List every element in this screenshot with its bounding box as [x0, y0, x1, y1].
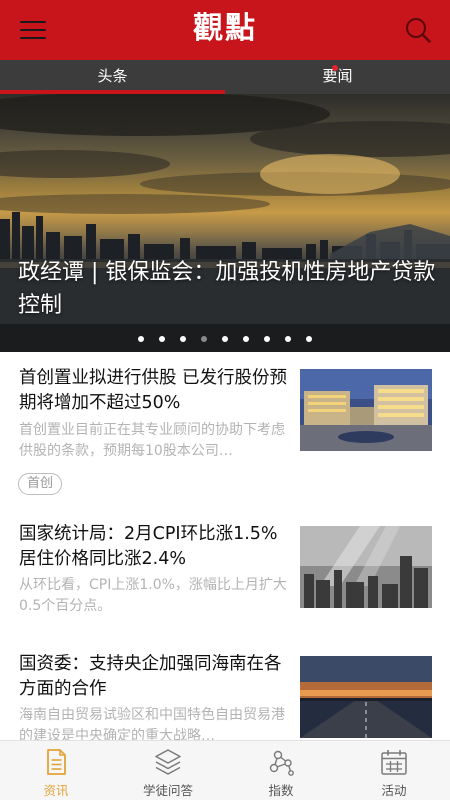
- news-summary: 首创置业目前正在其专业顾问的协助下考虑供股的条款，预期每10股本公司…: [19, 422, 285, 459]
- hero-title: 政经谭 | 银保监会：加强投机性房地产贷款控制: [18, 260, 436, 318]
- news-item[interactable]: 首创置业拟进行供股 已发行股份预期将增加不超过50% 首创置业目前正在其专业顾问…: [0, 352, 450, 502]
- news-list: 首创置业拟进行供股 已发行股份预期将增加不超过50% 首创置业目前正在其专业顾问…: [0, 352, 450, 740]
- carousel-dot[interactable]: [222, 336, 228, 342]
- city-skyline-sunbeam-photo: [300, 526, 432, 608]
- nav-index-label: 指数: [268, 783, 294, 798]
- nav-index[interactable]: 指数: [225, 741, 337, 800]
- hero-carousel[interactable]: 政经谭 | 银保监会：加强投机性房地产贷款控制: [0, 94, 450, 352]
- calendar-icon: [381, 750, 407, 775]
- tab-major-news-label: 要闻: [322, 67, 353, 85]
- carousel-dot[interactable]: [264, 336, 271, 342]
- news-title: 国家统计局：2月CPI环比涨1.5% 居住价格同比涨2.4%: [19, 524, 278, 569]
- carousel-dot[interactable]: [158, 336, 165, 342]
- carousel-dot[interactable]: [285, 336, 292, 342]
- channel-tabs: 头条 要闻: [0, 60, 450, 94]
- carousel-dot[interactable]: [179, 336, 186, 342]
- news-summary: 海南自由贸易试验区和中国特色自由贸易港的建设是中央确定的重大战略…: [19, 707, 285, 740]
- news-title: 国资委：支持央企加强同海南在各方面的合作: [19, 654, 282, 699]
- document-icon: [47, 749, 66, 775]
- office-building-night-photo: [300, 369, 432, 451]
- news-title: 首创置业拟进行供股 已发行股份预期将增加不超过50%: [19, 368, 288, 413]
- tab-major-news[interactable]: 要闻: [225, 60, 450, 94]
- search-icon[interactable]: [404, 16, 432, 44]
- nodes-icon: [269, 750, 294, 776]
- carousel-dot[interactable]: [137, 336, 144, 342]
- nav-qa[interactable]: 学徒问答: [112, 741, 224, 800]
- news-summary: 从环比看，CPI上涨1.0%，涨幅比上月扩大0.5个百分点。: [19, 577, 287, 614]
- nav-news[interactable]: 资讯: [0, 741, 112, 800]
- carousel-dot[interactable]: [306, 336, 313, 342]
- nav-events[interactable]: 活动: [338, 741, 450, 800]
- nav-news-label: 资讯: [43, 783, 69, 798]
- new-content-dot: [332, 65, 338, 71]
- app-logo: 觀點: [193, 11, 257, 46]
- tab-headlines-label: 头条: [97, 67, 128, 85]
- carousel-dot-active[interactable]: [200, 336, 207, 342]
- news-item[interactable]: 国家统计局：2月CPI环比涨1.5% 居住价格同比涨2.4% 从环比看，CPI上…: [0, 502, 450, 632]
- news-tag[interactable]: 首创: [18, 473, 63, 495]
- bottom-navigation: 资讯 学徒问答 指数 活动: [0, 740, 450, 800]
- carousel-pagination: [0, 336, 450, 344]
- layers-icon: [155, 749, 181, 775]
- tab-headlines[interactable]: 头条: [0, 60, 225, 94]
- news-item[interactable]: 国资委：支持央企加强同海南在各方面的合作 海南自由贸易试验区和中国特色自由贸易港…: [0, 632, 450, 740]
- carousel-dot[interactable]: [243, 336, 250, 342]
- nav-events-label: 活动: [381, 783, 407, 798]
- nav-qa-label: 学徒问答: [142, 783, 193, 798]
- app-header: 觀點: [0, 0, 450, 60]
- sunset-highway-photo: [300, 656, 432, 738]
